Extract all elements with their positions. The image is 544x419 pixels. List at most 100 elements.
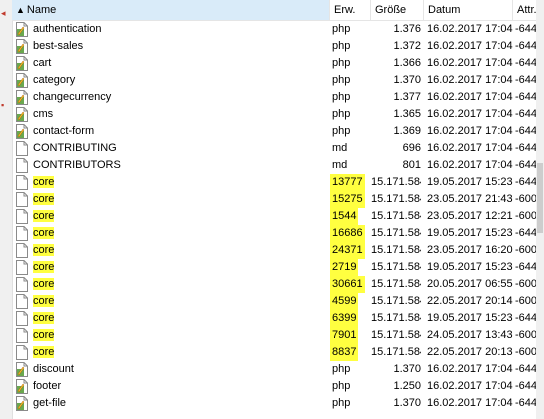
blank-file-icon (15, 175, 29, 190)
file-attributes: -600 (515, 193, 536, 205)
file-size: 1.370 (393, 363, 421, 375)
file-extension: php (332, 363, 351, 375)
file-attributes: -600 (515, 295, 536, 307)
file-date: 22.05.2017 20:14 (427, 295, 513, 307)
file-date: 16.02.2017 17:04 (427, 108, 513, 120)
file-rows: authentication php 1.376 16.02.2017 17:04 -6… (12, 21, 536, 412)
table-row[interactable]: category php 1.370 16.02.2017 17:04 -644 (12, 72, 536, 89)
table-row[interactable]: core 7901 15.171.584 24.05.2017 13:43 -600 (12, 327, 536, 344)
php-file-icon (15, 90, 29, 105)
file-size: 696 (402, 142, 421, 154)
file-name: core (33, 176, 55, 188)
php-file-icon (15, 379, 29, 394)
file-date: 16.02.2017 17:04 (427, 125, 513, 137)
file-date: 16.02.2017 17:04 (427, 380, 513, 392)
file-date: 16.02.2017 17:04 (427, 363, 513, 375)
blank-file-icon (15, 141, 29, 156)
scrollbar-thumb[interactable] (537, 163, 543, 233)
file-attributes: -600 (515, 210, 536, 222)
table-row[interactable]: cart php 1.366 16.02.2017 17:04 -644 (12, 55, 536, 72)
file-attributes: -644 (515, 57, 536, 69)
file-name: best-sales (33, 40, 84, 52)
file-size: 15.171.584 (371, 176, 421, 188)
file-icon: ▪ (1, 100, 5, 110)
table-row[interactable]: core 1544 15.171.584 23.05.2017 12:21 -600 (12, 208, 536, 225)
file-extension: php (332, 57, 351, 69)
blank-file-icon (15, 277, 29, 292)
vertical-scrollbar[interactable] (536, 0, 544, 419)
table-row[interactable]: core 13777 15.171.584 19.05.2017 15:23 -644 (12, 174, 536, 191)
table-row[interactable]: authentication php 1.376 16.02.2017 17:04 -6… (12, 21, 536, 38)
file-extension: 16686 (330, 225, 373, 242)
table-row[interactable]: CONTRIBUTORS md 801 16.02.2017 17:04 -644 (12, 157, 536, 174)
file-size: 15.171.584 (371, 261, 421, 273)
php-file-icon (15, 396, 29, 411)
file-size: 1.376 (393, 23, 421, 35)
file-size: 15.171.584 (371, 227, 421, 239)
file-attributes: -644 (515, 74, 536, 86)
blank-file-icon (15, 311, 29, 326)
file-date: 22.05.2017 20:13 (427, 346, 513, 358)
file-extension: 24371 (330, 242, 373, 259)
file-size: 15.171.584 (371, 329, 421, 341)
file-name: footer (33, 380, 62, 392)
table-row[interactable]: get-file php 1.370 16.02.2017 17:04 -644 (12, 395, 536, 412)
php-file-icon (15, 56, 29, 71)
table-row[interactable]: core 2719 15.171.584 19.05.2017 15:23 -644 (12, 259, 536, 276)
table-row[interactable]: core 4599 15.171.584 22.05.2017 20:14 -600 (12, 293, 536, 310)
php-file-icon (15, 362, 29, 377)
column-header: ▲ Name Erw. Größe Datum Attr. (12, 0, 536, 21)
file-date: 16.02.2017 17:04 (427, 57, 513, 69)
table-row[interactable]: cms php 1.365 16.02.2017 17:04 -644 (12, 106, 536, 123)
file-date: 16.02.2017 17:04 (427, 91, 513, 103)
file-extension: php (332, 40, 351, 52)
php-file-icon (15, 39, 29, 54)
column-name-header[interactable]: ▲ Name (12, 0, 330, 20)
table-row[interactable]: core 24371 15.171.584 23.05.2017 16:20 -600 (12, 242, 536, 259)
table-row[interactable]: discount php 1.370 16.02.2017 17:04 -644 (12, 361, 536, 378)
table-row[interactable]: footer php 1.250 16.02.2017 17:04 -644 (12, 378, 536, 395)
file-attributes: -644 (515, 380, 536, 392)
table-row[interactable]: core 30661 15.171.584 20.05.2017 06:55 -600 (12, 276, 536, 293)
file-name: core (33, 329, 55, 341)
file-name: changecurrency (33, 91, 112, 103)
table-row[interactable]: best-sales php 1.372 16.02.2017 17:04 -644 (12, 38, 536, 55)
file-date: 23.05.2017 16:20 (427, 244, 513, 256)
table-row[interactable]: core 16686 15.171.584 19.05.2017 15:23 -644 (12, 225, 536, 242)
table-row[interactable]: CONTRIBUTING md 696 16.02.2017 17:04 -644 (12, 140, 536, 157)
file-name: core (33, 210, 55, 222)
column-attr-header[interactable]: Attr. (513, 0, 536, 20)
column-size-header[interactable]: Größe (371, 0, 424, 20)
table-row[interactable]: changecurrency php 1.377 16.02.2017 17:04 -6… (12, 89, 536, 106)
file-extension: 30661 (330, 276, 373, 293)
php-file-icon (15, 124, 29, 139)
file-extension: md (332, 142, 348, 154)
file-attributes: -644 (515, 363, 536, 375)
column-ext-header[interactable]: Erw. (330, 0, 371, 20)
file-size: 15.171.584 (371, 278, 421, 290)
table-row[interactable]: core 15275 15.171.584 23.05.2017 21:43 -600 (12, 191, 536, 208)
file-size: 15.171.584 (371, 295, 421, 307)
file-date: 16.02.2017 17:04 (427, 159, 513, 171)
file-name: core (33, 312, 55, 324)
file-size: 15.171.584 (371, 244, 421, 256)
arrow-icon: ◂ (1, 8, 6, 18)
file-date: 20.05.2017 06:55 (427, 278, 513, 290)
table-row[interactable]: contact-form php 1.369 16.02.2017 17:04 -644 (12, 123, 536, 140)
table-row[interactable]: core 6399 15.171.584 19.05.2017 15:23 -644 (12, 310, 536, 327)
file-attributes: -644 (515, 159, 536, 171)
file-size: 15.171.584 (371, 193, 421, 205)
column-date-header[interactable]: Datum (424, 0, 513, 20)
file-name: core (33, 295, 55, 307)
file-name: core (33, 278, 55, 290)
file-extension: php (332, 91, 351, 103)
file-name: contact-form (33, 125, 95, 137)
file-attributes: -644 (515, 108, 536, 120)
file-attributes: -600 (515, 329, 536, 341)
file-attributes: -600 (515, 244, 536, 256)
table-row[interactable]: core 8837 15.171.584 22.05.2017 20:13 -600 (12, 344, 536, 361)
blank-file-icon (15, 158, 29, 173)
file-date: 19.05.2017 15:23 (427, 261, 513, 273)
file-extension: md (332, 159, 348, 171)
file-extension: 1544 (330, 208, 373, 225)
